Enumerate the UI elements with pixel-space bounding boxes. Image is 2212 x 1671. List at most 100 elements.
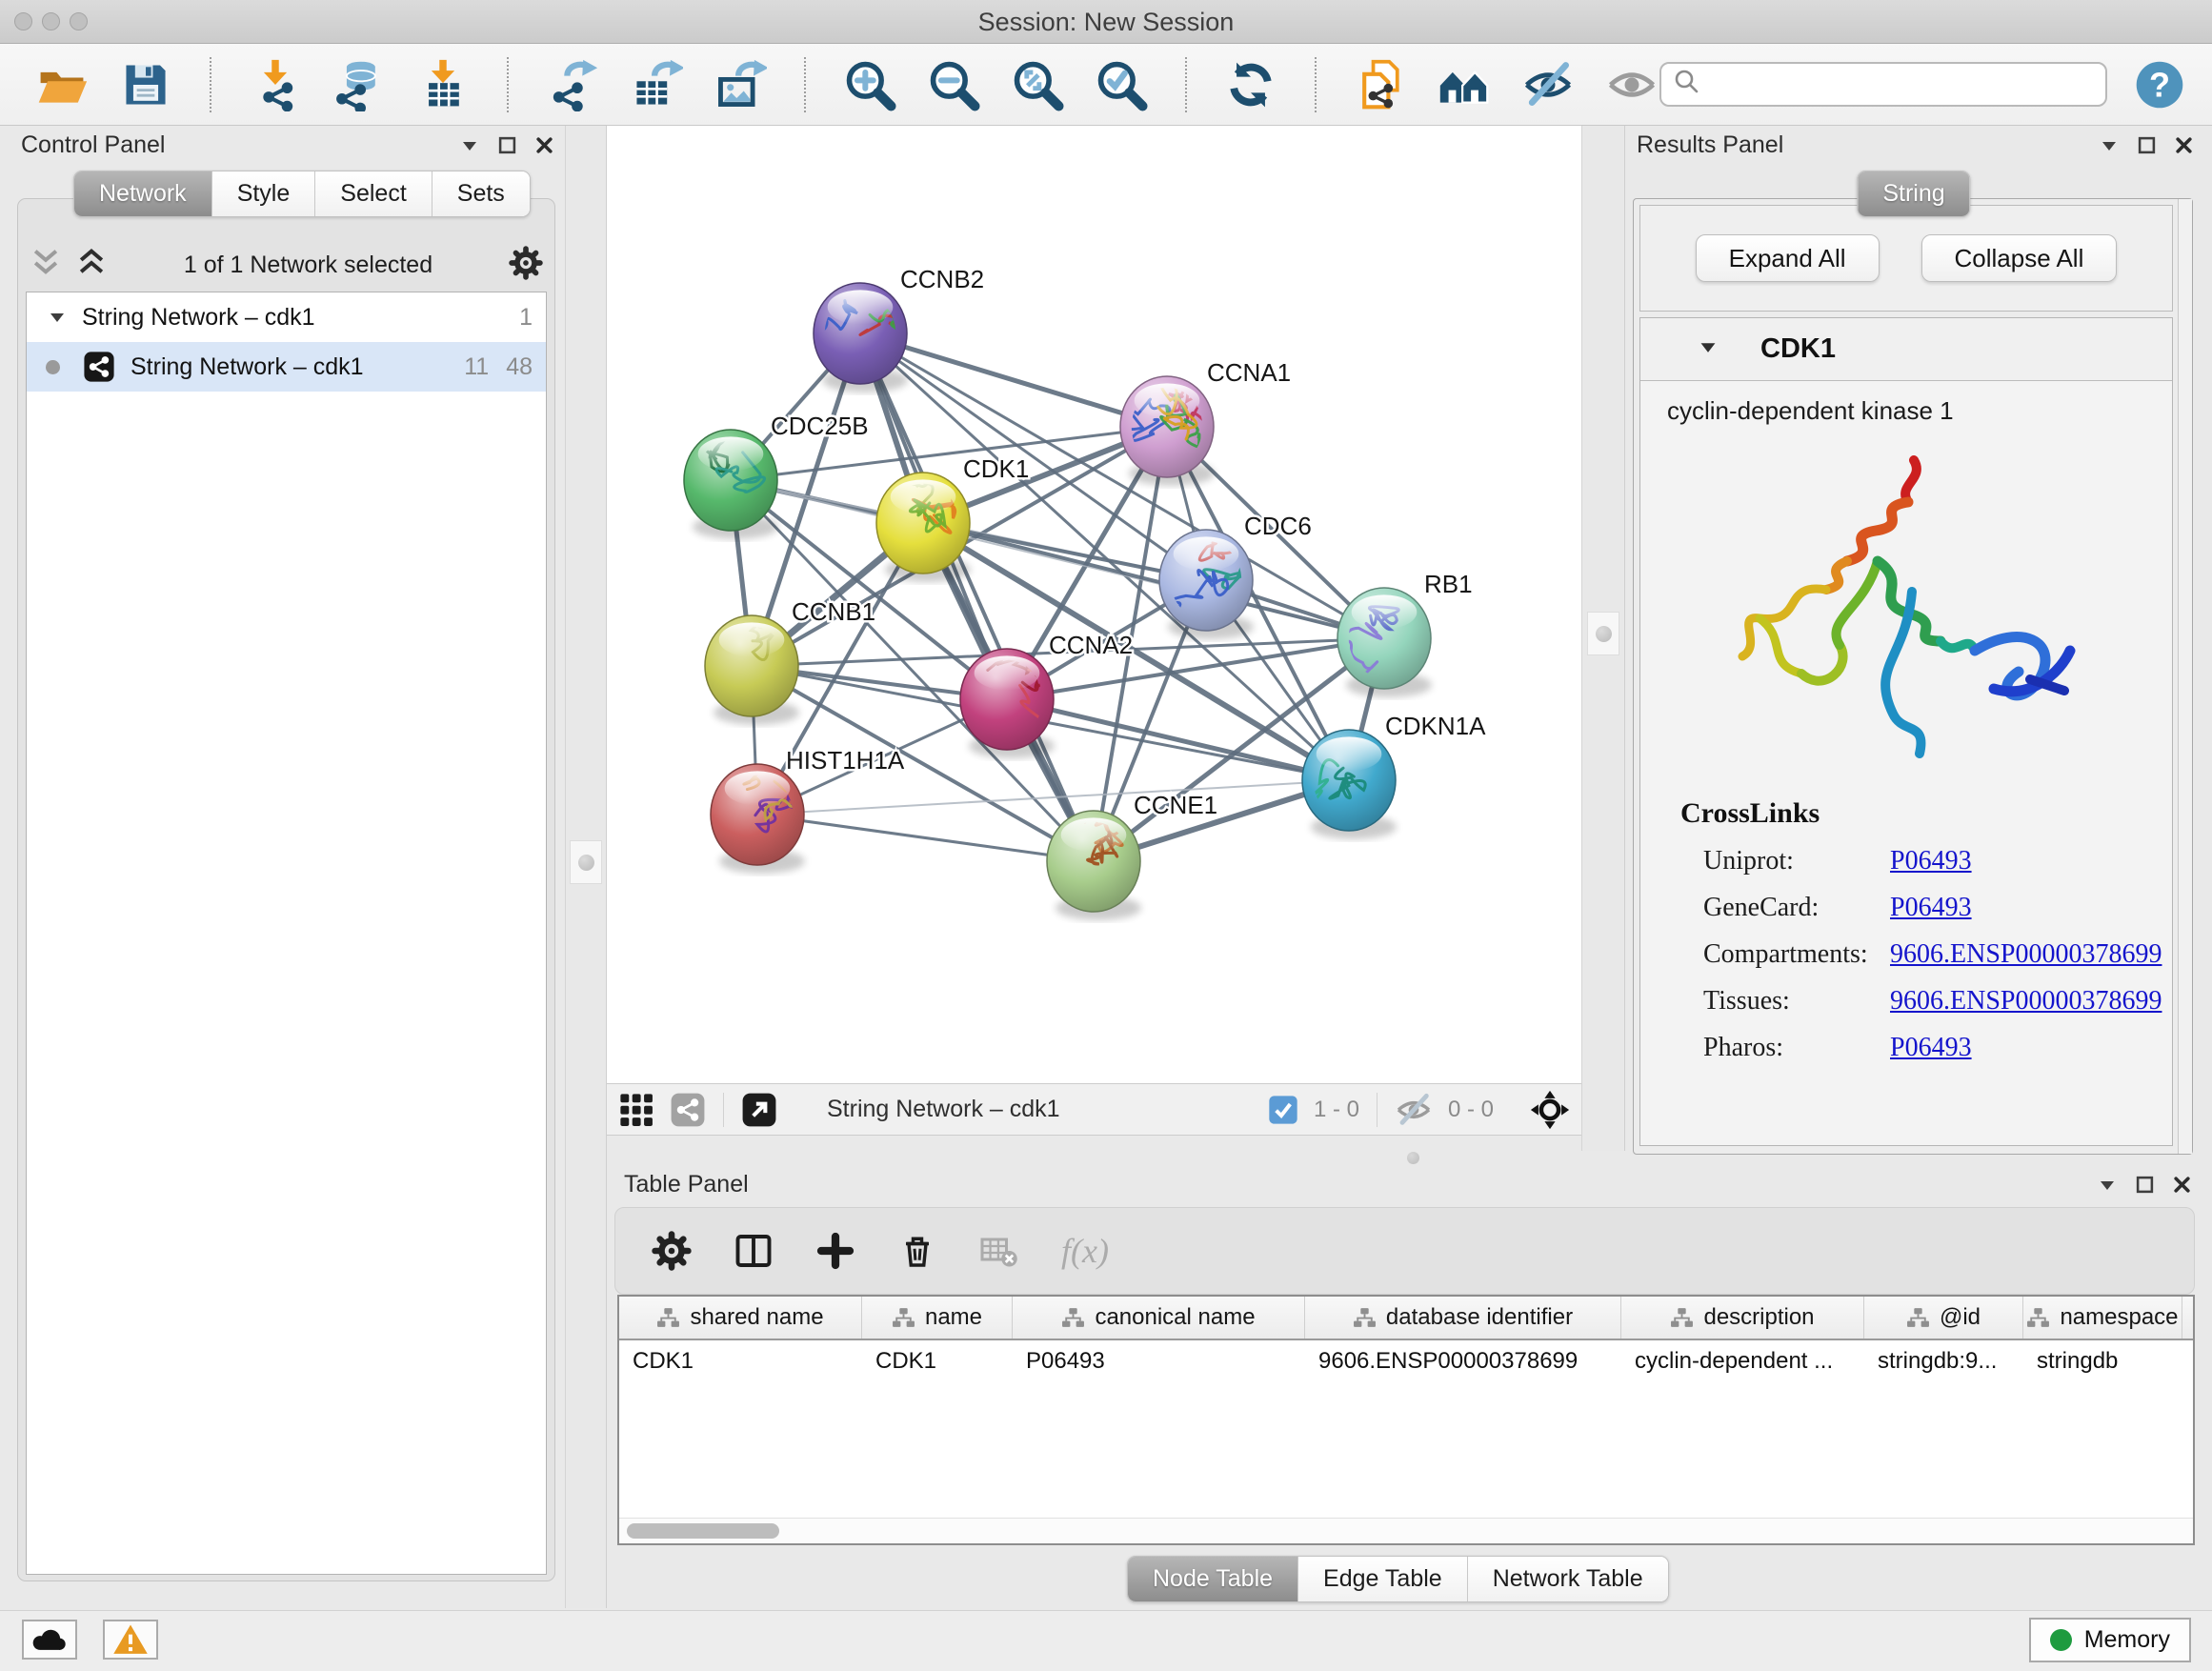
panel-float-icon[interactable]: [2138, 136, 2156, 154]
table-cell[interactable]: cyclin-dependent ...: [1621, 1348, 1864, 1375]
left-splitter-handle[interactable]: [570, 840, 602, 884]
column-header-shared-name[interactable]: shared name: [619, 1297, 862, 1339]
crosslink-link[interactable]: P06493: [1890, 893, 1972, 923]
zoom-selected-button[interactable]: [1094, 56, 1149, 113]
selected-checkbox-icon[interactable]: [1268, 1095, 1298, 1125]
hidden-eye-icon[interactable]: [1395, 1091, 1433, 1129]
collapse-all-networks-icon[interactable]: [30, 247, 62, 284]
help-button[interactable]: ?: [2134, 58, 2185, 111]
table-horizontal-scrollbar[interactable]: [619, 1518, 2193, 1543]
left-splitter[interactable]: [565, 126, 607, 1608]
column-header-description[interactable]: description: [1621, 1297, 1864, 1339]
table-settings-button[interactable]: [652, 1231, 692, 1271]
panel-close-icon[interactable]: [2173, 1176, 2191, 1194]
refresh-button[interactable]: [1223, 56, 1278, 113]
node-CDKN1A[interactable]: [1289, 730, 1396, 831]
node-CDC25B[interactable]: [684, 430, 777, 531]
tab-network-table[interactable]: Network Table: [1467, 1557, 1668, 1601]
add-column-button[interactable]: [815, 1231, 855, 1271]
column-header-name[interactable]: name: [862, 1297, 1013, 1339]
horizontal-splitter-handle[interactable]: [1407, 1152, 1419, 1164]
node-CDK1[interactable]: [876, 470, 970, 574]
expand-all-button[interactable]: Expand All: [1696, 234, 1880, 282]
zoom-fit-button[interactable]: [1010, 56, 1065, 113]
edge-CCNA2-CDKN1A[interactable]: [1007, 699, 1349, 780]
panel-menu-icon[interactable]: [460, 138, 479, 153]
string-document-button[interactable]: [1353, 56, 1408, 113]
detach-view-icon[interactable]: [741, 1092, 777, 1128]
gene-section-header[interactable]: CDK1: [1640, 318, 2172, 381]
crosslink-link[interactable]: P06493: [1890, 1033, 1972, 1063]
node-CDC6[interactable]: [1159, 530, 1255, 631]
edge-CCNB2-CCNE1[interactable]: [860, 333, 1094, 861]
cloud-button[interactable]: [22, 1620, 77, 1660]
import-network-button[interactable]: [248, 56, 303, 113]
edge-CCNE1-HIST1H1A[interactable]: [757, 815, 1094, 861]
table-cell[interactable]: 9606.ENSP00000378699: [1305, 1348, 1621, 1375]
tab-string[interactable]: String: [1858, 171, 1969, 216]
panel-close-icon[interactable]: [535, 136, 553, 154]
tab-style[interactable]: Style: [211, 171, 315, 216]
network-canvas[interactable]: CCNB2CCNA1CDC25BCDK1CDC6RB1CCNB1CCNA2CDK…: [607, 126, 1581, 1083]
import-database-button[interactable]: [332, 56, 387, 113]
network-graph[interactable]: CCNB2CCNA1CDC25BCDK1CDC6RB1CCNB1CCNA2CDK…: [607, 126, 1581, 1083]
table-cell[interactable]: CDK1: [619, 1348, 862, 1375]
home-houses-button[interactable]: [1437, 56, 1492, 113]
share-view-icon[interactable]: [670, 1092, 706, 1128]
zoom-window-button[interactable]: [70, 12, 88, 30]
crosslink-link[interactable]: 9606.ENSP00000378699: [1890, 939, 2162, 970]
panel-close-icon[interactable]: [2175, 136, 2193, 154]
collection-expander-icon[interactable]: [48, 304, 67, 332]
column-header-database-identifier[interactable]: database identifier: [1305, 1297, 1621, 1339]
minimize-window-button[interactable]: [42, 12, 60, 30]
open-session-button[interactable]: [34, 56, 90, 113]
column-header-namespace[interactable]: namespace: [2023, 1297, 2182, 1339]
node-CCNA1[interactable]: [1120, 376, 1214, 477]
table-scrollbar-thumb[interactable]: [627, 1523, 779, 1539]
tab-node-table[interactable]: Node Table: [1128, 1557, 1297, 1601]
table-cell[interactable]: stringdb:9...: [1864, 1348, 2023, 1375]
zoom-in-button[interactable]: [842, 56, 897, 113]
search-input[interactable]: [1711, 70, 2094, 98]
tab-sets[interactable]: Sets: [432, 171, 530, 216]
panel-float-icon[interactable]: [2136, 1176, 2154, 1194]
column-header-@id[interactable]: @id: [1864, 1297, 2023, 1339]
close-window-button[interactable]: [14, 12, 32, 30]
delete-column-button[interactable]: [897, 1231, 937, 1271]
tab-select[interactable]: Select: [314, 171, 431, 216]
node-HIST1H1A[interactable]: [711, 764, 828, 865]
warning-button[interactable]: [103, 1620, 158, 1660]
search-box[interactable]: [1659, 62, 2107, 107]
panel-menu-icon[interactable]: [2098, 1178, 2117, 1193]
memory-button[interactable]: Memory: [2029, 1618, 2191, 1662]
show-columns-button[interactable]: [734, 1231, 774, 1271]
hide-selected-button[interactable]: [1520, 56, 1576, 113]
right-splitter[interactable]: [1581, 126, 1625, 1151]
export-network-button[interactable]: [545, 56, 600, 113]
node-CCNA2[interactable]: [960, 649, 1062, 750]
panel-menu-icon[interactable]: [2100, 138, 2119, 153]
results-scrollbar[interactable]: [2178, 199, 2192, 1154]
node-CCNE1[interactable]: [1047, 811, 1140, 912]
panel-float-icon[interactable]: [498, 136, 516, 154]
crosslink-link[interactable]: 9606.ENSP00000378699: [1890, 986, 2162, 1017]
crosslink-link[interactable]: P06493: [1890, 846, 1972, 876]
table-cell[interactable]: CDK1: [862, 1348, 1013, 1375]
export-table-button[interactable]: [629, 56, 684, 113]
import-table-button[interactable]: [415, 56, 471, 113]
grid-view-icon[interactable]: [618, 1092, 654, 1128]
network-collection-row[interactable]: String Network – cdk1 1: [27, 292, 546, 342]
node-CCNB1[interactable]: [705, 615, 798, 716]
edge-CDK1-RB1[interactable]: [923, 523, 1384, 638]
tab-edge-table[interactable]: Edge Table: [1297, 1557, 1467, 1601]
export-image-button[interactable]: [713, 56, 768, 113]
network-row[interactable]: String Network – cdk1 11 48: [27, 342, 546, 392]
tab-network[interactable]: Network: [74, 171, 211, 216]
table-row[interactable]: CDK1CDK1P064939606.ENSP00000378699cyclin…: [619, 1340, 2193, 1382]
column-header-canonical-name[interactable]: canonical name: [1013, 1297, 1305, 1339]
table-cell[interactable]: P06493: [1013, 1348, 1305, 1375]
birdseye-icon[interactable]: [1530, 1090, 1570, 1130]
collapse-all-button[interactable]: Collapse All: [1921, 234, 2118, 282]
gene-expander-icon[interactable]: [1698, 339, 1719, 360]
save-session-button[interactable]: [118, 56, 173, 113]
